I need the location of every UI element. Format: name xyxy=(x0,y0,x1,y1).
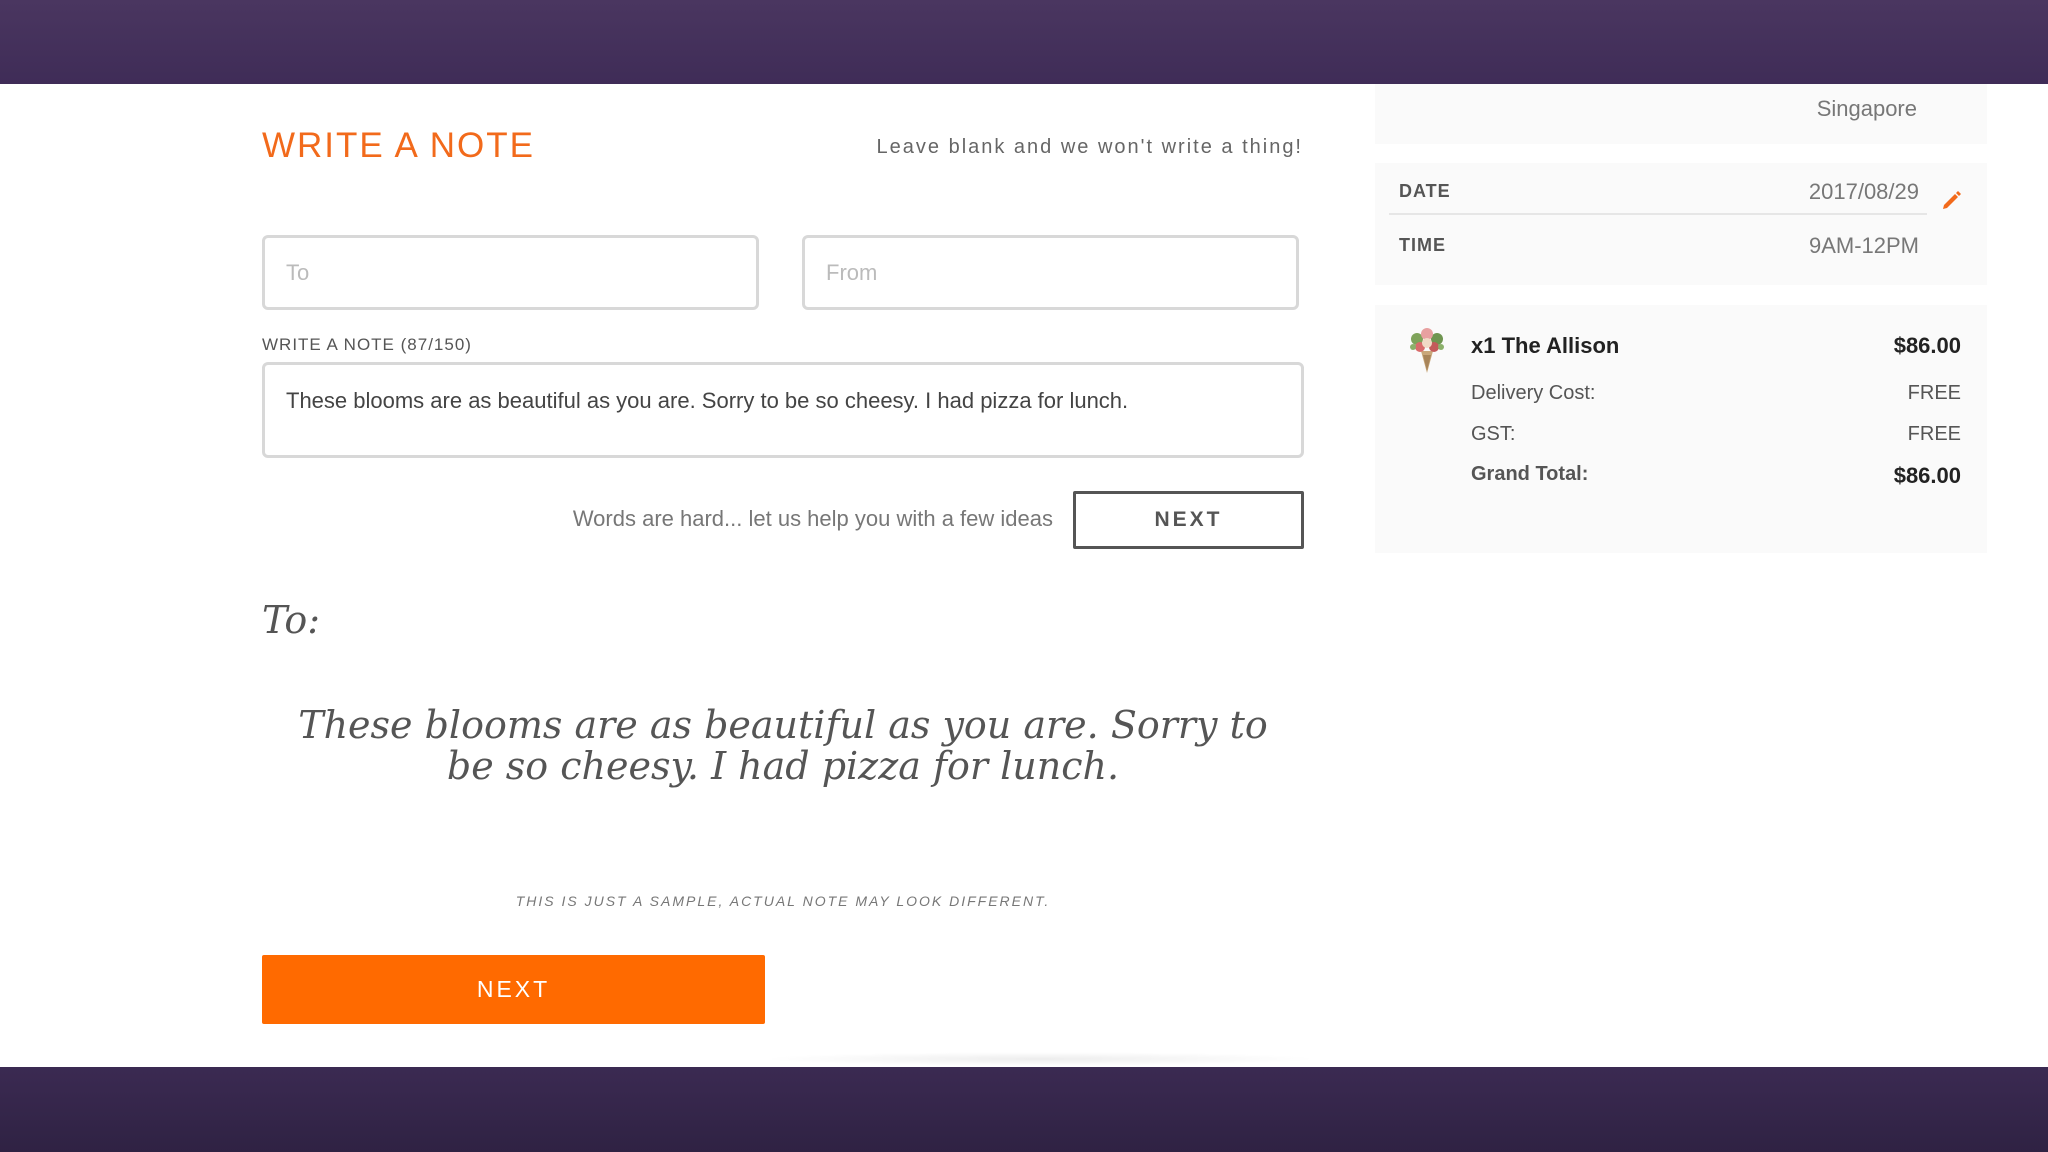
delivery-cost-label: Delivery Cost: xyxy=(1471,382,1596,404)
note-hint-text: Leave blank and we won't write a thing! xyxy=(876,136,1303,158)
date-row: DATE 2017/08/29 xyxy=(1389,163,1927,215)
location-text: Singapore xyxy=(1816,96,1917,121)
preview-disclaimer: THIS IS JUST A SAMPLE, ACTUAL NOTE MAY L… xyxy=(515,893,1051,909)
flower-bouquet-icon xyxy=(1404,325,1450,375)
preview-to-label: To: xyxy=(262,598,321,642)
item-name: x1 The Allison xyxy=(1471,333,1620,358)
location-card: Singapore xyxy=(1375,84,1987,144)
delivery-datetime-card: DATE 2017/08/29 TIME 9AM-12PM xyxy=(1375,163,1987,285)
time-label: TIME xyxy=(1399,235,1446,255)
ideas-next-button[interactable]: NEXT xyxy=(1073,491,1304,549)
checkout-page: WRITE A NOTE Leave blank and we won't wr… xyxy=(0,84,2048,1067)
time-row: TIME 9AM-12PM xyxy=(1389,217,1927,269)
item-price: $86.00 xyxy=(1893,333,1961,358)
note-message-label: WRITE A NOTE (87/150) xyxy=(262,335,472,354)
from-field[interactable] xyxy=(802,235,1299,310)
pencil-icon[interactable] xyxy=(1941,189,1963,211)
gst-label: GST: xyxy=(1471,423,1516,445)
date-label: DATE xyxy=(1399,181,1451,201)
next-button[interactable]: NEXT xyxy=(262,955,765,1024)
order-summary-card: x1 The Allison $86.00 Delivery Cost: FRE… xyxy=(1375,305,1987,553)
gst-value: FREE xyxy=(1907,423,1961,445)
note-section-title: WRITE A NOTE xyxy=(262,126,535,165)
grand-total-label: Grand Total: xyxy=(1471,463,1589,485)
ideas-prompt-text: Words are hard... let us help you with a… xyxy=(572,506,1053,531)
top-backdrop xyxy=(0,0,2048,84)
note-message-textarea[interactable] xyxy=(262,362,1304,458)
preview-message: These blooms are as beautiful as you are… xyxy=(298,703,1268,788)
bottom-shadow xyxy=(760,1052,1320,1066)
to-field[interactable] xyxy=(262,235,759,310)
grand-total-value: $86.00 xyxy=(1893,463,1961,488)
date-value: 2017/08/29 xyxy=(1808,179,1919,204)
time-value: 9AM-12PM xyxy=(1808,233,1919,258)
delivery-cost-value: FREE xyxy=(1907,382,1961,404)
bottom-backdrop xyxy=(0,1067,2048,1152)
